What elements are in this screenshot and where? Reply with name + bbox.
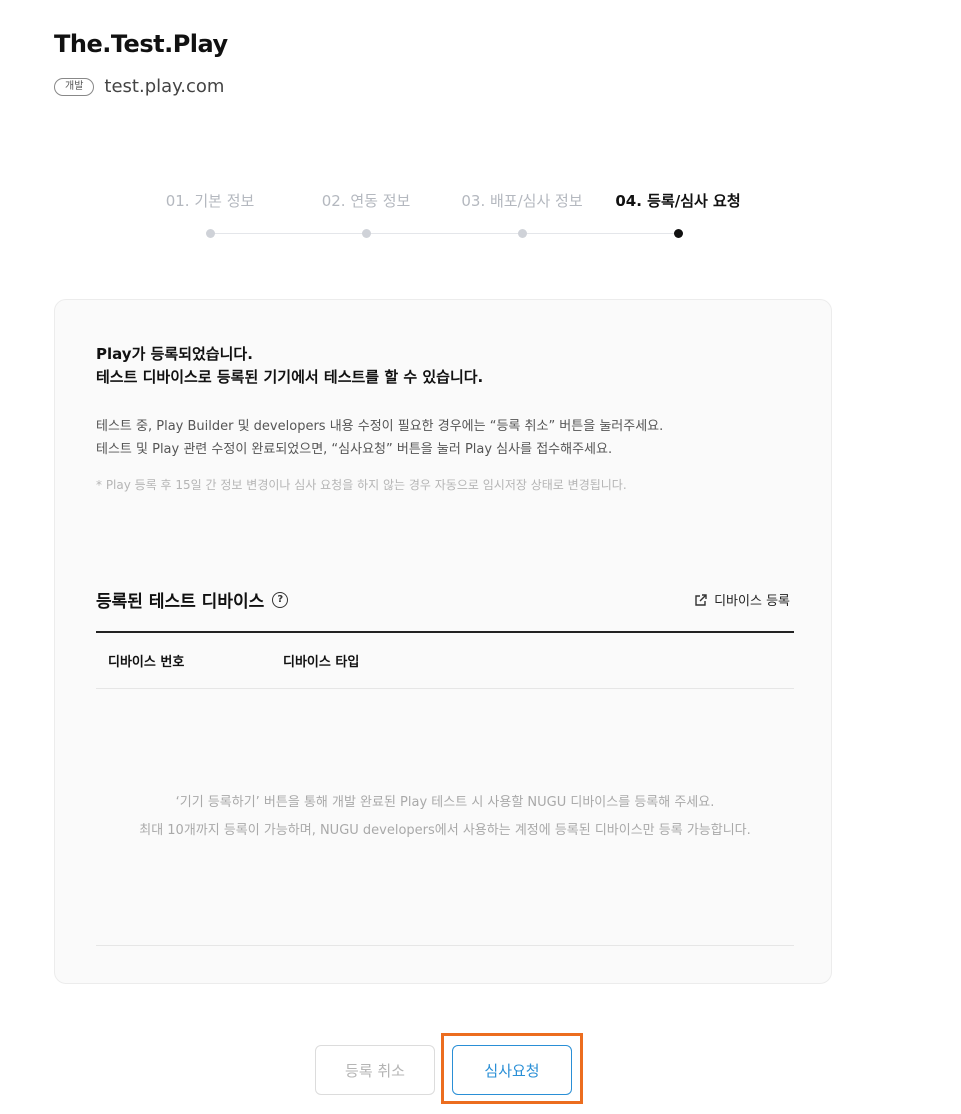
domain-text: test.play.com	[104, 76, 225, 97]
help-icon[interactable]: ?	[272, 591, 289, 608]
page-title: The.Test.Play	[54, 30, 228, 58]
step-3-label: 03. 배포/심사 정보	[461, 192, 583, 210]
stepper-line	[210, 233, 678, 234]
step-3-dot	[518, 229, 527, 238]
step-4-dot	[674, 229, 683, 238]
env-row: 개발 test.play.com	[54, 76, 224, 97]
stepper: 01. 기본 정보 02. 연동 정보 03. 배포/심사 정보 04. 등록/…	[132, 190, 756, 250]
column-device-number: 디바이스 번호	[108, 655, 185, 670]
step-2-label: 02. 연동 정보	[321, 192, 411, 210]
external-link-icon	[695, 593, 707, 606]
devices-title-text: 등록된 테스트 디바이스	[96, 592, 265, 612]
devices-table: 디바이스 번호 디바이스 타입 ‘기기 등록하기’ 버튼을 통해 개발 완료된 …	[96, 631, 794, 946]
step-1-dot	[206, 229, 215, 238]
register-device-link[interactable]: 디바이스 등록	[694, 590, 790, 609]
env-badge: 개발	[54, 77, 95, 96]
cancel-registration-button[interactable]: 등록 취소	[315, 1045, 435, 1095]
table-empty-state: ‘기기 등록하기’ 버튼을 통해 개발 완료된 Play 테스트 시 사용할 N…	[96, 689, 794, 946]
empty-message-2: 최대 10개까지 등록이 가능하며, NUGU developers에서 사용하…	[139, 823, 751, 838]
headline: Play가 등록되었습니다. 테스트 디바이스로 등록된 기기에서 테스트를 할…	[96, 343, 483, 389]
auto-save-note: * Play 등록 후 15일 간 정보 변경이나 심사 요청을 하지 않는 경…	[96, 478, 627, 492]
headline-line-1: Play가 등록되었습니다.	[96, 345, 253, 363]
highlight-box	[441, 1033, 583, 1104]
description: 테스트 중, Play Builder 및 developers 내용 수정이 …	[96, 415, 663, 461]
step-4-label: 04. 등록/심사 요청	[615, 192, 741, 210]
step-2-dot	[362, 229, 371, 238]
description-line-2: 테스트 및 Play 관련 수정이 완료되었으면, “심사요청” 버튼을 눌러 …	[96, 442, 613, 457]
empty-message-1: ‘기기 등록하기’ 버튼을 통해 개발 완료된 Play 테스트 시 사용할 N…	[175, 795, 715, 810]
register-device-label: 디바이스 등록	[714, 594, 790, 609]
registration-card: Play가 등록되었습니다. 테스트 디바이스로 등록된 기기에서 테스트를 할…	[54, 299, 832, 984]
column-device-type: 디바이스 타입	[283, 655, 360, 670]
description-line-1: 테스트 중, Play Builder 및 developers 내용 수정이 …	[96, 419, 664, 434]
headline-line-2: 테스트 디바이스로 등록된 기기에서 테스트를 할 수 있습니다.	[96, 368, 484, 386]
table-header: 디바이스 번호 디바이스 타입	[96, 631, 794, 689]
step-1-label: 01. 기본 정보	[165, 192, 255, 210]
devices-section-title: 등록된 테스트 디바이스 ?	[96, 587, 289, 612]
